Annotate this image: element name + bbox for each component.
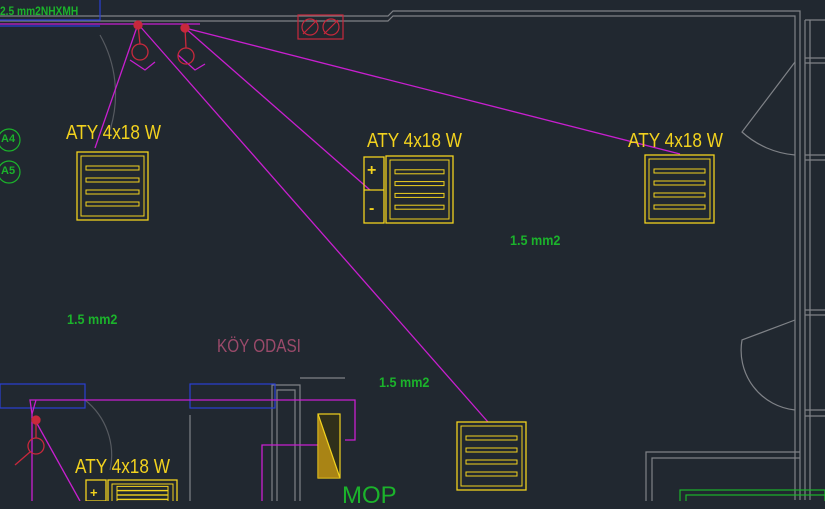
canvas-background — [0, 0, 825, 501]
cable-label-1: 1.5 mm2 — [510, 232, 561, 248]
cable-spec-note: 2.5 mm2NHXMH — [0, 4, 79, 18]
cable-label-2: 1.5 mm2 — [67, 311, 118, 327]
fixture-label-5: ATY 4x18 W — [75, 456, 170, 478]
fixture-label-2: ATY 4x18 W — [367, 130, 462, 152]
mop-label: MOP — [342, 482, 397, 509]
floor-plan-canvas[interactable] — [0, 0, 825, 501]
circuit-tag-a4: A4 — [1, 133, 16, 145]
cable-label-3: 1.5 mm2 — [379, 374, 430, 390]
fixture-label-1: ATY 4x18 W — [66, 122, 161, 144]
room-label: KÖY ODASI — [217, 336, 301, 356]
panel-plus-sign: + — [367, 162, 377, 179]
panel-plus-sign-lower: + — [90, 485, 98, 500]
panel-minus-sign: - — [369, 200, 375, 217]
mop-symbol — [317, 413, 341, 479]
fixture-label-3: ATY 4x18 W — [628, 130, 723, 152]
circuit-tag-a5: A5 — [1, 165, 16, 177]
